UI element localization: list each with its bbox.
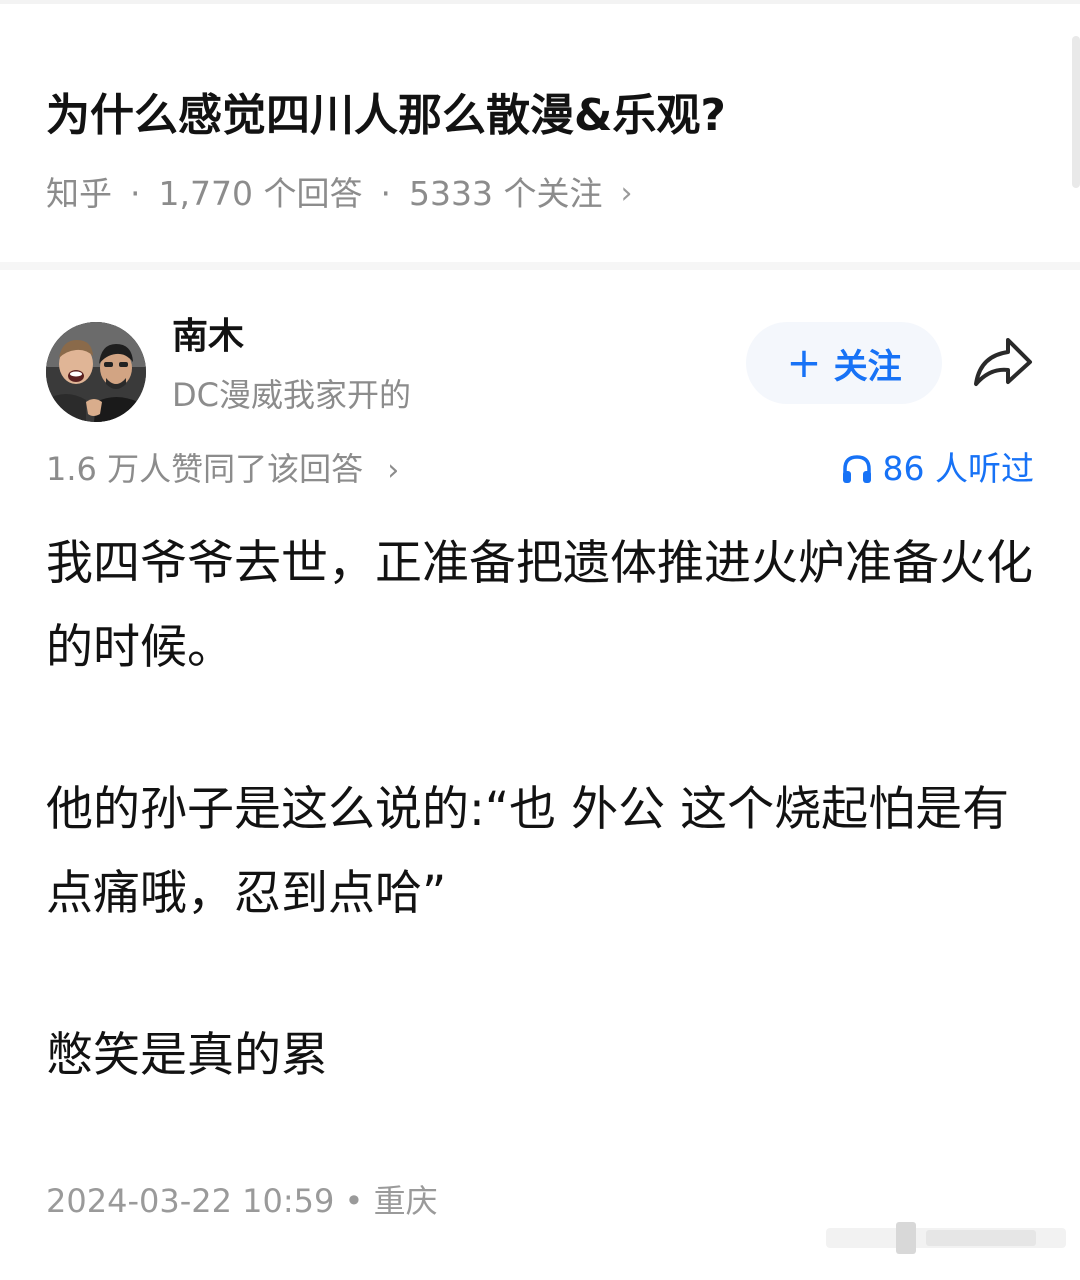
avatar-image	[46, 322, 146, 422]
votes-summary[interactable]: 1.6 万人赞同了该回答 ›	[46, 446, 399, 494]
answers-count: 1,770 个回答	[158, 174, 363, 213]
author-bio: DC漫威我家开的	[172, 376, 411, 414]
follow-button[interactable]: + 关注	[746, 322, 942, 404]
answer-location: 重庆	[373, 1182, 438, 1220]
headphones-icon	[842, 455, 871, 483]
meta-separator: ·	[380, 174, 391, 213]
source-label: 知乎	[46, 174, 112, 213]
answer-footer: 2024-03-22 10:59 • 重庆	[46, 1178, 438, 1224]
watermark-logo	[826, 1218, 1066, 1258]
plus-icon: +	[786, 338, 822, 387]
answer-content: 我四爷爷去世，正准备把遗体推进火炉准备火化的时候。 他的孙子是这么说的:“也 外…	[46, 522, 1036, 1176]
scrollbar-thumb[interactable]	[1072, 36, 1080, 188]
author-name[interactable]: 南木	[172, 312, 244, 362]
follow-label: 关注	[833, 346, 902, 387]
answer-paragraph: 憋笑是真的累	[46, 1028, 328, 1083]
listen-count-label: 86 人听过	[882, 449, 1034, 488]
answer-paragraph: 他的孙子是这么说的:“也 外公 这个烧起怕是有点痛哦，忍到点哈”	[46, 782, 1010, 921]
location-separator: •	[344, 1182, 364, 1220]
question-meta[interactable]: 知乎 · 1,770 个回答 · 5333 个关注 ›	[46, 170, 632, 218]
chevron-right-icon: ›	[620, 176, 633, 211]
meta-separator: ·	[130, 174, 141, 213]
listen-count[interactable]: 86 人听过	[841, 446, 1034, 492]
followers-count: 5333 个关注	[408, 174, 603, 213]
answer-paragraph: 我四爷爷去世，正准备把遗体推进火炉准备火化的时候。	[46, 536, 1033, 675]
question-title[interactable]: 为什么感觉四川人那么散漫&乐观?	[46, 86, 726, 146]
section-divider	[0, 262, 1080, 270]
avatar[interactable]	[46, 322, 146, 422]
votes-count: 1.6 万人赞同了该回答	[46, 450, 364, 488]
chevron-right-icon: ›	[387, 453, 400, 488]
share-arrow-icon[interactable]	[970, 332, 1036, 392]
answer-date: 2024-03-22 10:59	[46, 1182, 335, 1220]
top-edge	[0, 0, 1080, 4]
